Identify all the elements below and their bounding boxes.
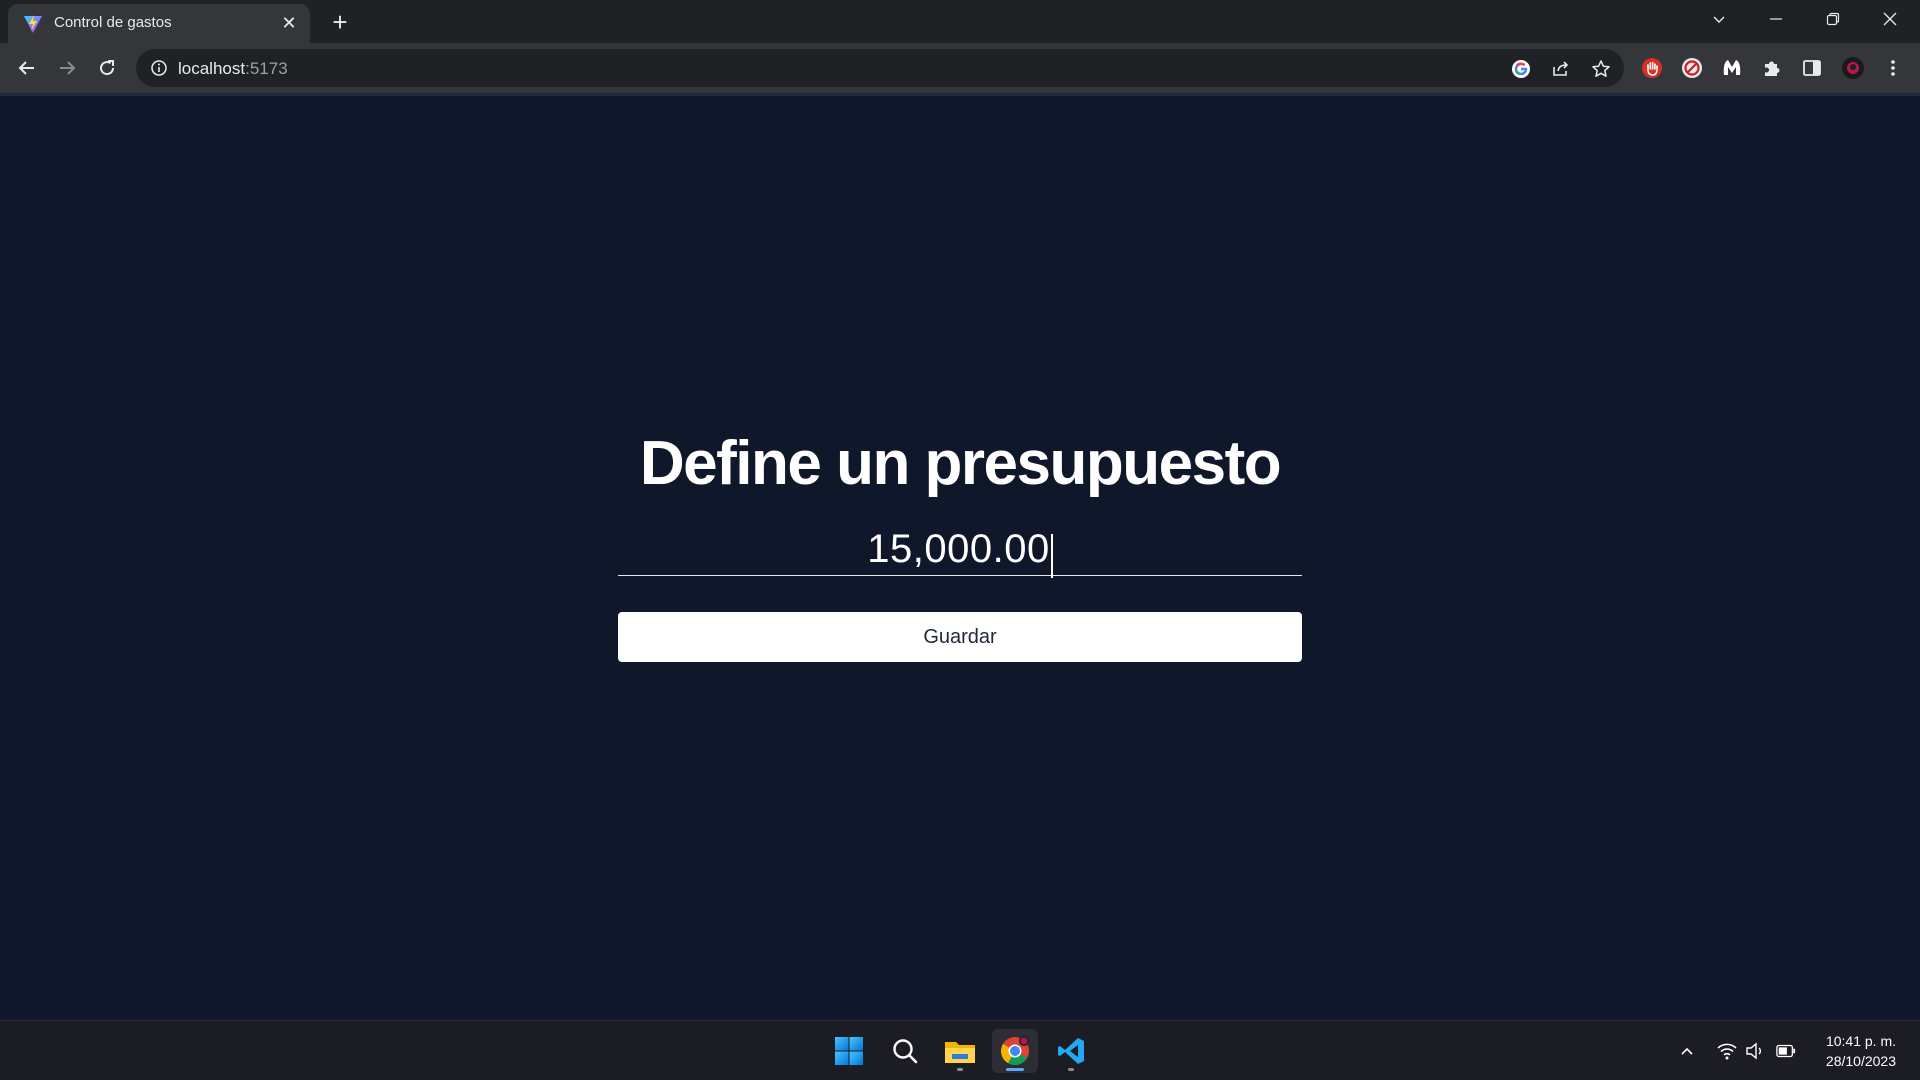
browser-toolbar: localhost:5173 xyxy=(0,43,1920,93)
reload-icon[interactable] xyxy=(92,53,122,83)
minimize-icon[interactable] xyxy=(1753,0,1799,38)
share-icon[interactable] xyxy=(1550,58,1572,80)
url-host: localhost xyxy=(178,59,246,78)
budget-form: Define un presupuesto 15,000.00 Guardar xyxy=(618,426,1302,662)
window-close-icon[interactable] xyxy=(1867,0,1913,38)
clock-time: 10:41 p. m. xyxy=(1825,1033,1896,1049)
page-title: Define un presupuesto xyxy=(639,429,1282,498)
tab-title: Control de gastos xyxy=(54,14,172,31)
app-active-indicator xyxy=(1006,1068,1024,1071)
restore-icon[interactable] xyxy=(1810,0,1856,38)
block-icon[interactable] xyxy=(1680,56,1704,80)
address-bar[interactable]: localhost:5173 xyxy=(136,49,1624,87)
kebab-menu-icon[interactable] xyxy=(1881,56,1905,80)
browser-tab[interactable]: Control de gastos ✕ xyxy=(8,4,310,43)
budget-input[interactable]: 15,000.00 xyxy=(618,522,1302,578)
browser-tab-strip: Control de gastos ✕ + xyxy=(0,0,1920,43)
vite-favicon-icon xyxy=(23,14,43,34)
speaker-icon[interactable] xyxy=(1745,1041,1765,1061)
puzzle-icon[interactable] xyxy=(1760,56,1784,80)
profile-avatar-icon[interactable] xyxy=(1841,56,1865,80)
wifi-icon[interactable] xyxy=(1717,1041,1737,1061)
page-viewport: Define un presupuesto 15,000.00 Guardar xyxy=(0,96,1920,1020)
system-clock[interactable]: 10:41 p. m. 28/10/2023 xyxy=(1826,1031,1896,1071)
side-panel-icon[interactable] xyxy=(1800,56,1824,80)
search-icon[interactable] xyxy=(882,1029,928,1073)
file-explorer-icon[interactable] xyxy=(937,1029,983,1073)
clock-date: 28/10/2023 xyxy=(1825,1053,1896,1069)
budget-input-value: 15,000.00 xyxy=(867,527,1050,571)
new-tab-button[interactable]: + xyxy=(325,7,355,37)
app-running-indicator xyxy=(1068,1068,1074,1071)
hand-stop-icon[interactable] xyxy=(1640,56,1664,80)
url-port: :5173 xyxy=(245,59,288,78)
windows-taskbar: 10:41 p. m. 28/10/2023 xyxy=(0,1020,1920,1080)
malwarebytes-icon[interactable] xyxy=(1720,56,1744,80)
windows-start-icon[interactable] xyxy=(826,1029,872,1073)
url-text: localhost:5173 xyxy=(178,59,288,79)
text-caret xyxy=(1050,533,1053,578)
info-icon[interactable] xyxy=(150,59,168,77)
back-arrow-icon[interactable] xyxy=(12,53,42,83)
chrome-icon[interactable] xyxy=(992,1029,1038,1073)
chevron-down-icon[interactable] xyxy=(1696,0,1742,38)
save-button[interactable]: Guardar xyxy=(618,612,1302,662)
star-icon[interactable] xyxy=(1590,58,1612,80)
vscode-icon[interactable] xyxy=(1048,1029,1094,1073)
close-icon[interactable]: ✕ xyxy=(278,12,300,34)
google-icon[interactable] xyxy=(1510,58,1532,80)
battery-icon[interactable] xyxy=(1776,1041,1796,1061)
forward-arrow-icon[interactable] xyxy=(52,53,82,83)
app-running-indicator xyxy=(957,1068,963,1071)
chevron-up-icon[interactable] xyxy=(1677,1041,1697,1061)
